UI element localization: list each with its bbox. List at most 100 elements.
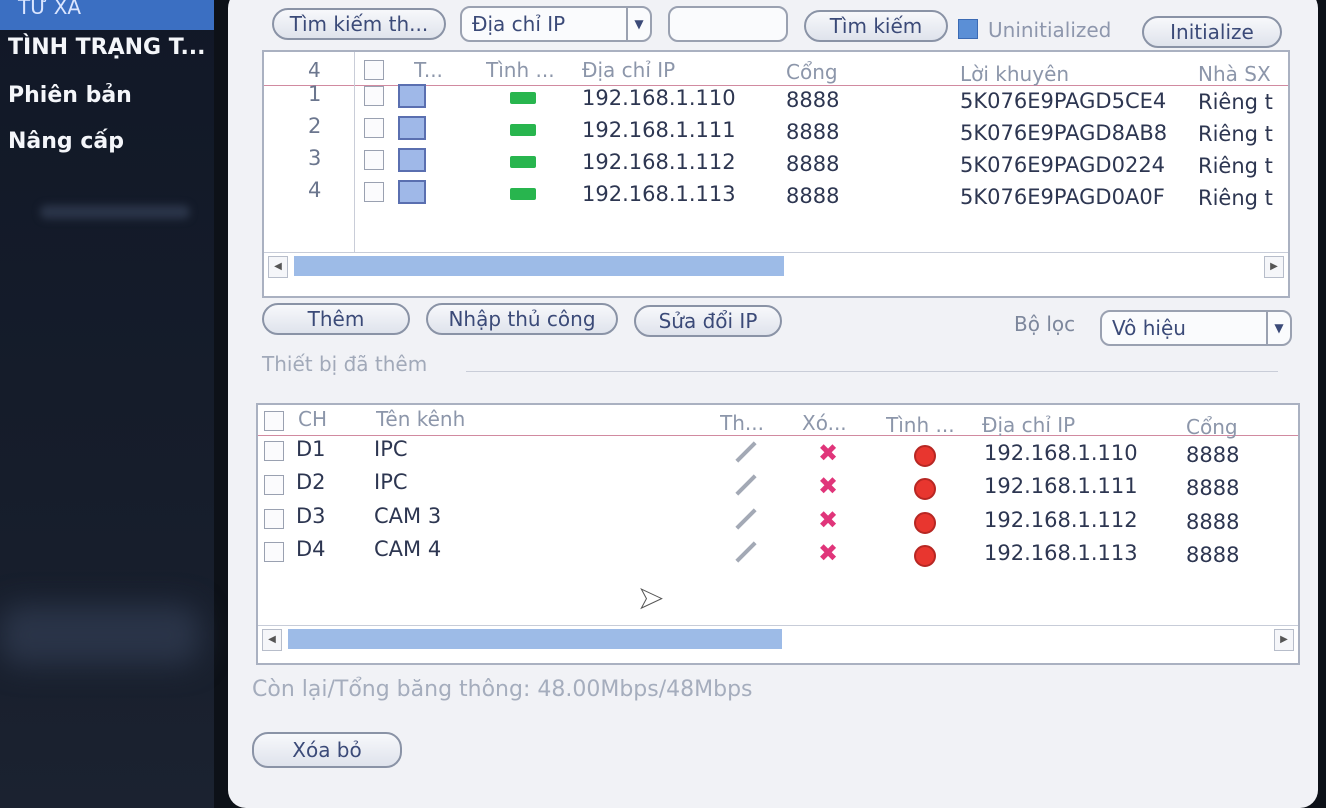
- row-channel-name: IPC: [374, 470, 408, 494]
- horizontal-scrollbar[interactable]: ◀ ▶: [264, 252, 1288, 279]
- row-advice: 5K076E9PAGD8AB8: [960, 121, 1168, 145]
- col-port: Cổng: [786, 60, 838, 84]
- row-checkbox[interactable]: [264, 509, 284, 529]
- row-checkbox[interactable]: [364, 182, 384, 202]
- row-port: 8888: [1186, 476, 1240, 500]
- search-button[interactable]: Tìm kiếm: [804, 10, 948, 42]
- col-status: Tình ...: [886, 413, 955, 437]
- filter-label: Bộ lọc: [1014, 312, 1076, 336]
- row-number: 4: [308, 178, 322, 202]
- row-number: 2: [308, 114, 322, 138]
- sidebar-item-upgrade[interactable]: Nâng cấp: [8, 129, 124, 154]
- result-count: 4: [308, 58, 321, 82]
- edit-ip-button[interactable]: Sửa đổi IP: [634, 305, 782, 337]
- row-port: 8888: [1186, 543, 1240, 567]
- col-delete: Xó...: [802, 411, 847, 435]
- section-divider: [466, 371, 1278, 372]
- row-checkbox[interactable]: [264, 542, 284, 562]
- bandwidth-text: Còn lại/Tổng băng thông: 48.00Mbps/48Mbp…: [252, 677, 753, 702]
- row-ip: 192.168.1.112: [984, 508, 1138, 532]
- row-ip: 192.168.1.110: [984, 441, 1138, 465]
- camera-icon: [510, 188, 536, 200]
- col-status: Tình ...: [486, 58, 555, 82]
- scroll-right-icon[interactable]: ▶: [1264, 256, 1284, 278]
- chevron-down-icon: ▼: [1266, 312, 1290, 344]
- col-channel: CH: [298, 407, 328, 431]
- uninitialized-checkbox[interactable]: [958, 19, 978, 39]
- header-divider: [258, 435, 1298, 436]
- delete-x-icon[interactable]: ✖: [818, 541, 838, 565]
- ip-type-select[interactable]: Địa chỉ IP ▼: [460, 6, 652, 42]
- pencil-icon[interactable]: [735, 541, 757, 563]
- row-ip: 192.168.1.113: [984, 541, 1138, 565]
- filter-select-value: Vô hiệu: [1112, 316, 1186, 340]
- initialize-button[interactable]: Initialize: [1142, 16, 1282, 48]
- row-ip: 192.168.1.111: [582, 118, 736, 142]
- sidebar-blur: [0, 605, 200, 665]
- select-all-checkbox[interactable]: [264, 411, 284, 431]
- chevron-down-icon: ▼: [626, 8, 650, 40]
- row-vendor: Riêng t: [1198, 90, 1273, 114]
- delete-x-icon[interactable]: ✖: [818, 474, 838, 498]
- col-port: Cổng: [1186, 415, 1238, 439]
- mouse-cursor-icon: ➤: [637, 581, 664, 617]
- scrollbar-thumb[interactable]: [288, 629, 782, 649]
- select-all-checkbox[interactable]: [364, 60, 384, 80]
- sidebar-item-label: TỪ XA: [18, 0, 82, 19]
- row-port: 8888: [786, 88, 840, 112]
- col-edit: Th...: [720, 411, 764, 435]
- row-channel: D3: [296, 504, 326, 528]
- pencil-icon[interactable]: [735, 441, 757, 463]
- added-devices-label: Thiết bị đã thêm: [262, 352, 428, 376]
- added-devices-table: CH Tên kênh Th... Xó... Tình ... Địa chỉ…: [256, 403, 1300, 665]
- manual-add-button[interactable]: Nhập thủ công: [426, 303, 618, 335]
- col-vendor: Nhà SX: [1198, 62, 1271, 86]
- row-checkbox[interactable]: [364, 86, 384, 106]
- row-channel: D4: [296, 537, 326, 561]
- row-checkbox[interactable]: [264, 475, 284, 495]
- col-ip: Địa chỉ IP: [582, 58, 676, 82]
- row-advice: 5K076E9PAGD0A0F: [960, 185, 1165, 209]
- row-ip: 192.168.1.112: [582, 150, 736, 174]
- col-ip: Địa chỉ IP: [982, 413, 1076, 437]
- camera-icon: [510, 156, 536, 168]
- scroll-left-icon[interactable]: ◀: [262, 629, 282, 651]
- device-manager-panel: Tìm kiếm th... Địa chỉ IP ▼ Tìm kiếm Uni…: [228, 0, 1318, 808]
- refresh-icon: [398, 148, 426, 172]
- scroll-right-icon[interactable]: ▶: [1274, 629, 1294, 651]
- scrollbar-thumb[interactable]: [294, 256, 784, 276]
- add-button[interactable]: Thêm: [262, 303, 410, 335]
- delete-x-icon[interactable]: ✖: [818, 508, 838, 532]
- horizontal-scrollbar[interactable]: ◀ ▶: [258, 625, 1298, 652]
- pencil-icon[interactable]: [735, 508, 757, 530]
- delete-x-icon[interactable]: ✖: [818, 441, 838, 465]
- search-input[interactable]: [668, 6, 788, 42]
- row-checkbox[interactable]: [364, 150, 384, 170]
- row-ip: 192.168.1.113: [582, 182, 736, 206]
- column-divider: [354, 52, 355, 252]
- search-type-button[interactable]: Tìm kiếm th...: [272, 8, 446, 40]
- sidebar-item-version[interactable]: Phiên bản: [8, 83, 132, 108]
- row-ip: 192.168.1.110: [582, 86, 736, 110]
- sidebar-item-status[interactable]: TÌNH TRẠNG T...: [8, 35, 206, 60]
- row-checkbox[interactable]: [264, 441, 284, 461]
- row-advice: 5K076E9PAGD0224: [960, 153, 1166, 177]
- scroll-left-icon[interactable]: ◀: [268, 256, 288, 278]
- pencil-icon[interactable]: [735, 474, 757, 496]
- delete-button[interactable]: Xóa bỏ: [252, 732, 402, 768]
- ip-type-select-value: Địa chỉ IP: [472, 12, 566, 36]
- row-checkbox[interactable]: [364, 118, 384, 138]
- refresh-icon: [398, 180, 426, 204]
- row-number: 1: [308, 82, 322, 106]
- sidebar-item-remote[interactable]: TỪ XA: [0, 0, 214, 30]
- row-port: 8888: [786, 152, 840, 176]
- sidebar-blur: [40, 205, 190, 219]
- status-red-icon: [914, 545, 936, 567]
- status-red-icon: [914, 445, 936, 467]
- col-channel-name: Tên kênh: [376, 407, 466, 431]
- row-number: 3: [308, 146, 322, 170]
- row-port: 8888: [1186, 510, 1240, 534]
- sidebar: TỪ XA TÌNH TRẠNG T... Phiên bản Nâng cấp: [0, 0, 214, 808]
- filter-select[interactable]: Vô hiệu ▼: [1100, 310, 1292, 346]
- refresh-icon: [398, 84, 426, 108]
